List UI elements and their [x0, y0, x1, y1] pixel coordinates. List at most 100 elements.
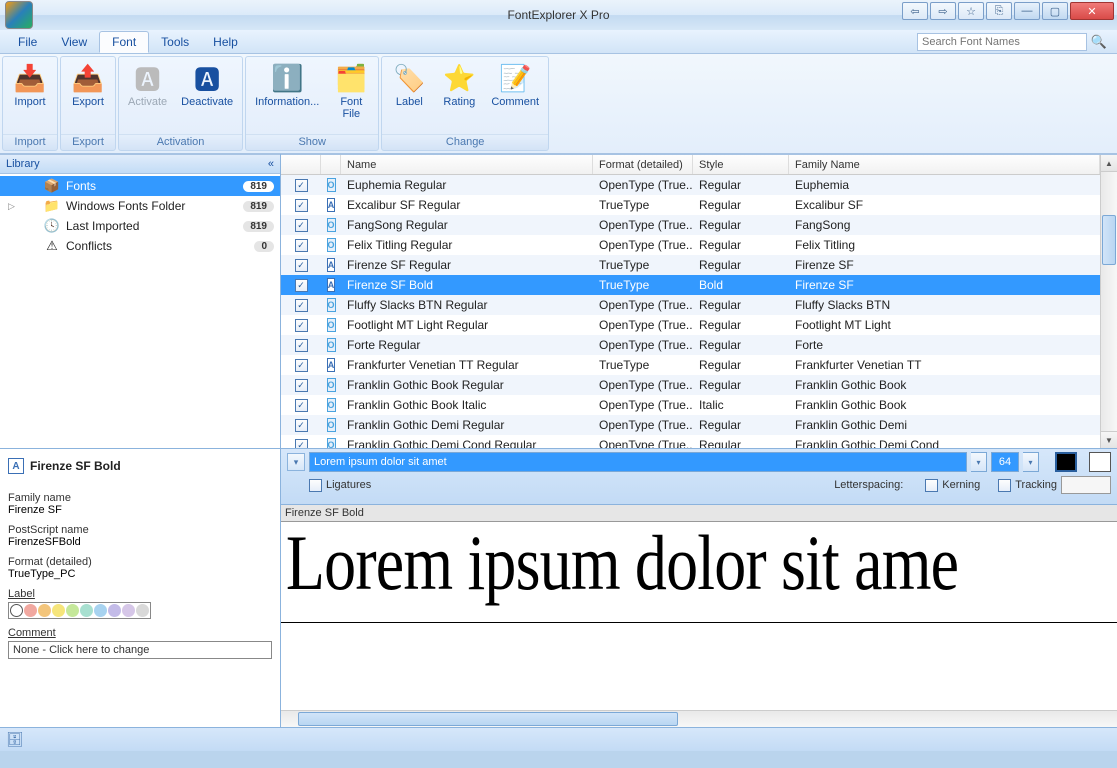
rating-button[interactable]: ⭐ Rating [435, 60, 483, 110]
row-checkbox[interactable]: ✓ [281, 438, 321, 449]
table-row[interactable]: ✓OFranklin Gothic Demi Cond RegularOpenT… [281, 435, 1100, 448]
table-row[interactable]: ✓AFirenze SF BoldTrueTypeBoldFirenze SF [281, 275, 1100, 295]
library-header[interactable]: Library « [0, 154, 280, 174]
font-type-icon: O [321, 237, 341, 253]
header-family[interactable]: Family Name [789, 155, 1100, 174]
menu-file[interactable]: File [6, 32, 49, 52]
cell-format: OpenType (True... [593, 177, 693, 193]
size-input[interactable] [991, 452, 1019, 472]
label-swatch[interactable] [122, 604, 135, 617]
tracking-checkbox[interactable] [998, 479, 1011, 492]
nav-back-button[interactable]: ⇦ [902, 2, 928, 20]
menu-tools[interactable]: Tools [149, 32, 201, 52]
sidebar-item-windows-fonts-folder[interactable]: ▷📁Windows Fonts Folder819 [0, 196, 280, 216]
row-checkbox[interactable]: ✓ [281, 258, 321, 273]
export-button[interactable]: 📤 Export [64, 60, 112, 110]
row-checkbox[interactable]: ✓ [281, 278, 321, 293]
row-checkbox[interactable]: ✓ [281, 178, 321, 193]
scroll-down-icon[interactable]: ▼ [1101, 431, 1117, 448]
table-row[interactable]: ✓AFrankfurter Venetian TT RegularTrueTyp… [281, 355, 1100, 375]
vertical-scrollbar[interactable]: ▲ ▼ [1100, 155, 1117, 448]
scroll-up-icon[interactable]: ▲ [1101, 155, 1117, 172]
menu-view[interactable]: View [49, 32, 99, 52]
row-checkbox[interactable]: ✓ [281, 338, 321, 353]
pin-button[interactable]: ⎘ [986, 2, 1012, 20]
table-row[interactable]: ✓AFirenze SF RegularTrueTypeRegularFiren… [281, 255, 1100, 275]
label-swatch[interactable] [66, 604, 79, 617]
row-checkbox[interactable]: ✓ [281, 318, 321, 333]
information-button[interactable]: ℹ️ Information... [249, 60, 325, 110]
table-row[interactable]: ✓OForte RegularOpenType (True...RegularF… [281, 335, 1100, 355]
preview-text-dropdown[interactable]: ▾ [971, 452, 987, 472]
sidebar-item-fonts[interactable]: 📦Fonts819 [0, 176, 280, 196]
deactivate-button[interactable]: 🅰 Deactivate [175, 60, 239, 110]
hscroll-thumb[interactable] [298, 712, 678, 726]
row-checkbox[interactable]: ✓ [281, 378, 321, 393]
comment-input[interactable]: None - Click here to change [8, 641, 272, 659]
postscript-label: PostScript name [8, 524, 272, 536]
maximize-button[interactable]: ▢ [1042, 2, 1068, 20]
favorite-button[interactable]: ☆ [958, 2, 984, 20]
header-check[interactable] [281, 155, 321, 174]
sidebar-item-last-imported[interactable]: 🕓Last Imported819 [0, 216, 280, 236]
table-row[interactable]: ✓AExcalibur SF RegularTrueTypeRegularExc… [281, 195, 1100, 215]
row-checkbox[interactable]: ✓ [281, 238, 321, 253]
label-swatch[interactable] [108, 604, 121, 617]
row-checkbox[interactable]: ✓ [281, 298, 321, 313]
menu-font[interactable]: Font [99, 31, 149, 53]
label-swatch[interactable] [24, 604, 37, 617]
expander-icon[interactable]: ▷ [8, 201, 15, 212]
label-swatch[interactable] [94, 604, 107, 617]
row-checkbox[interactable]: ✓ [281, 398, 321, 413]
header-name[interactable]: Name [341, 155, 593, 174]
comment-button[interactable]: 📝 Comment [485, 60, 545, 110]
horizontal-scrollbar[interactable] [281, 710, 1117, 727]
collapse-icon[interactable]: « [268, 158, 274, 170]
row-checkbox[interactable]: ✓ [281, 198, 321, 213]
sidebar-item-conflicts[interactable]: ⚠Conflicts0 [0, 236, 280, 256]
kerning-checkbox[interactable] [925, 479, 938, 492]
header-format[interactable]: Format (detailed) [593, 155, 693, 174]
label-swatch[interactable] [52, 604, 65, 617]
table-row[interactable]: ✓OFranklin Gothic Demi RegularOpenType (… [281, 415, 1100, 435]
row-checkbox[interactable]: ✓ [281, 218, 321, 233]
label-icon: 🏷️ [393, 62, 425, 94]
header-icon[interactable] [321, 155, 341, 174]
minimize-button[interactable]: — [1014, 2, 1040, 20]
preview-collapse-button[interactable]: ▾ [287, 453, 305, 471]
size-dropdown[interactable]: ▾ [1023, 452, 1039, 472]
label-swatch[interactable] [136, 604, 149, 617]
table-row[interactable]: ✓OFranklin Gothic Book ItalicOpenType (T… [281, 395, 1100, 415]
activate-icon: 🅰 [132, 62, 164, 94]
search-icon[interactable]: 🔍 [1091, 34, 1107, 50]
header-style[interactable]: Style [693, 155, 789, 174]
label-button[interactable]: 🏷️ Label [385, 60, 433, 110]
label-swatches[interactable] [8, 602, 151, 619]
row-checkbox[interactable]: ✓ [281, 418, 321, 433]
table-row[interactable]: ✓OFranklin Gothic Book RegularOpenType (… [281, 375, 1100, 395]
label-swatch[interactable] [80, 604, 93, 617]
cell-style: Regular [693, 197, 789, 213]
search-input[interactable] [917, 33, 1087, 51]
import-button[interactable]: 📥 Import [6, 60, 54, 110]
nav-fwd-button[interactable]: ⇨ [930, 2, 956, 20]
tracking-input[interactable] [1061, 476, 1111, 494]
row-checkbox[interactable]: ✓ [281, 358, 321, 373]
table-row[interactable]: ✓OFangSong RegularOpenType (True...Regul… [281, 215, 1100, 235]
menu-help[interactable]: Help [201, 32, 250, 52]
label-swatch[interactable] [10, 604, 23, 617]
fg-color-swatch[interactable] [1055, 452, 1077, 472]
preview-text-input[interactable] [309, 452, 967, 472]
bg-color-swatch[interactable] [1089, 452, 1111, 472]
label-swatch[interactable] [38, 604, 51, 617]
table-row[interactable]: ✓OFelix Titling RegularOpenType (True...… [281, 235, 1100, 255]
cell-name: Franklin Gothic Demi Cond Regular [341, 437, 593, 448]
ligatures-checkbox[interactable] [309, 479, 322, 492]
close-button[interactable]: ✕ [1070, 2, 1114, 20]
table-row[interactable]: ✓OFluffy Slacks BTN RegularOpenType (Tru… [281, 295, 1100, 315]
scroll-thumb[interactable] [1102, 215, 1116, 265]
table-row[interactable]: ✓OEuphemia RegularOpenType (True...Regul… [281, 175, 1100, 195]
table-row[interactable]: ✓OFootlight MT Light RegularOpenType (Tr… [281, 315, 1100, 335]
fontfile-button[interactable]: 🗂️ Font File [327, 60, 375, 122]
cell-format: TrueType [593, 257, 693, 273]
